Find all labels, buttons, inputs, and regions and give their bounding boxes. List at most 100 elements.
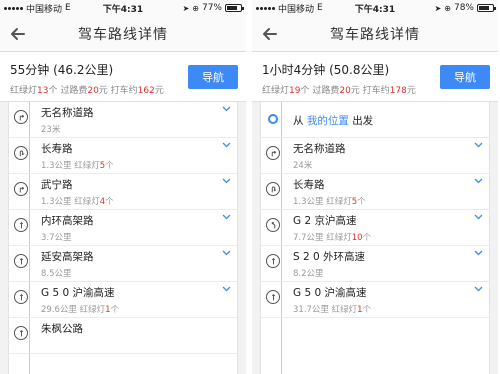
step-distance: 24米 xyxy=(293,161,313,171)
route-step[interactable]: 长寿路 1.3公里 红绿灯5个 xyxy=(9,138,237,174)
detail-fragment: 个 过路费 xyxy=(300,86,340,96)
turn-right-icon xyxy=(266,146,280,160)
chevron-down-icon[interactable] xyxy=(222,214,231,220)
route-summary: 55分钟 (46.2公里) 红绿灯13个 过路费20元 打车约162元 导航 xyxy=(0,52,246,102)
chevron-down-icon[interactable] xyxy=(222,142,231,148)
step-meta: 3.7公里 xyxy=(41,231,72,243)
step-distance: 7.7公里 xyxy=(293,233,324,243)
step-lights-count: 10 xyxy=(351,233,363,243)
chevron-down-icon[interactable] xyxy=(474,142,483,148)
back-arrow-icon[interactable] xyxy=(8,24,28,44)
route-step[interactable]: 延安高架路 8.5公里 xyxy=(9,246,237,282)
route-step[interactable]: 无名称道路 24米 xyxy=(261,138,489,174)
chevron-down-icon[interactable] xyxy=(222,106,231,112)
detail-fragment: 19 xyxy=(289,86,301,96)
route-step[interactable]: G 5 0 沪渝高速 29.6公里 红绿灯1个 xyxy=(9,282,237,318)
steps-card: 无名称道路 23米 长寿路 1.3公里 红绿灯5个 武宁路 1.3公里 红绿灯4个 内环高架… xyxy=(8,102,238,374)
detail-fragment: 个 过路费 xyxy=(48,86,88,96)
detail-fragment: 178 xyxy=(389,86,407,96)
straight-icon xyxy=(14,290,28,304)
step-meta: 24米 xyxy=(293,159,312,171)
step-distance: 8.2公里 xyxy=(293,269,324,279)
step-road-name: 内环高架路 xyxy=(41,215,94,227)
detail-fragment: 20 xyxy=(339,86,351,96)
straight-icon xyxy=(14,218,28,232)
step-lights-prefix: 红绿灯 xyxy=(326,233,352,243)
battery-percent: 78% xyxy=(453,3,474,13)
network-label: E xyxy=(65,3,71,13)
step-road-name: 延安高架路 xyxy=(41,251,94,263)
start-from-label: 从 xyxy=(293,115,304,127)
start-action-label: 出发 xyxy=(352,115,374,127)
route-step[interactable]: 无名称道路 23米 xyxy=(9,102,237,138)
turn-right-icon xyxy=(14,110,28,124)
detail-fragment: 元 xyxy=(154,86,164,96)
route-panel-right: 中国移动 E 下午4:31 ➤ ⊕ 78% 驾车路线详情 1小时4分钟 (50.8公里) 红绿灯… xyxy=(252,0,498,374)
detail-fragment: 20 xyxy=(87,86,99,96)
rotation-lock-icon: ⊕ xyxy=(192,3,199,13)
route-step[interactable]: S 2 0 外环高速 8.2公里 xyxy=(261,246,489,282)
route-steps: 从 我的位置 出发 无名称道路 24米 长寿路 1.3公里 红绿灯5个 G 2 京沪高速 7… xyxy=(252,102,498,374)
detail-fragment: 红绿灯 xyxy=(262,86,290,96)
straight-icon xyxy=(266,290,280,304)
step-meta: 1.3公里 红绿灯5个 xyxy=(41,159,114,171)
step-road-name: 武宁路 xyxy=(41,179,73,191)
chevron-down-icon[interactable] xyxy=(474,214,483,220)
step-road-name: 无名称道路 xyxy=(293,143,346,155)
step-distance: 1.3公里 xyxy=(41,161,72,171)
status-bar: 中国移动 E 下午4:31 ➤ ⊕ 77% xyxy=(0,0,246,16)
straight-icon xyxy=(14,254,28,268)
step-meta: 8.2公里 xyxy=(293,267,324,279)
chevron-down-icon[interactable] xyxy=(474,286,483,292)
detail-fragment: 元 打车约 xyxy=(350,86,390,96)
step-lights-suffix: 个 xyxy=(362,305,372,315)
step-lights-prefix: 红绿灯 xyxy=(79,305,106,315)
straight-icon xyxy=(14,326,28,340)
turn-right-icon xyxy=(14,182,28,196)
start-text: 从 我的位置 出发 xyxy=(293,113,373,128)
chevron-down-icon[interactable] xyxy=(222,178,231,184)
battery-percent: 77% xyxy=(201,3,222,13)
route-step[interactable]: 内环高架路 3.7公里 xyxy=(9,210,237,246)
step-meta: 8.5公里 xyxy=(41,267,72,279)
status-bar: 中国移动 E 下午4:31 ➤ ⊕ 78% xyxy=(252,0,498,16)
chevron-down-icon[interactable] xyxy=(222,286,231,292)
back-arrow-icon[interactable] xyxy=(260,24,280,44)
location-icon: ➤ xyxy=(182,3,190,13)
route-step[interactable]: 长寿路 1.3公里 红绿灯5个 xyxy=(261,174,489,210)
step-lights-suffix: 个 xyxy=(110,305,120,315)
step-meta: 1.3公里 红绿灯4个 xyxy=(41,195,114,207)
start-place-link[interactable]: 我的位置 xyxy=(307,115,349,127)
step-lights-suffix: 个 xyxy=(105,197,114,207)
route-step[interactable]: G 2 京沪高速 7.7公里 红绿灯10个 xyxy=(261,210,489,246)
step-road-name: 朱枫公路 xyxy=(41,323,83,335)
battery-icon xyxy=(477,4,496,12)
chevron-down-icon[interactable] xyxy=(474,178,483,184)
carrier-label: 中国移动 xyxy=(26,4,63,15)
straight-icon xyxy=(266,254,280,268)
steps-card: 从 我的位置 出发 无名称道路 24米 长寿路 1.3公里 红绿灯5个 G 2 京沪高速 7… xyxy=(260,102,490,374)
detail-fragment: 元 xyxy=(406,86,416,96)
navigate-button[interactable]: 导航 xyxy=(440,65,490,89)
signal-icon xyxy=(4,6,23,10)
uturn-icon xyxy=(266,182,280,196)
rotation-lock-icon: ⊕ xyxy=(444,3,451,13)
chevron-down-icon[interactable] xyxy=(474,250,483,256)
step-distance: 29.6公里 xyxy=(41,305,77,315)
step-distance: 1.3公里 xyxy=(41,197,72,207)
step-road-name: 无名称道路 xyxy=(41,107,94,119)
uturn-icon xyxy=(14,146,28,160)
step-lights-prefix: 红绿灯 xyxy=(74,197,100,207)
step-road-name: 长寿路 xyxy=(293,179,325,191)
step-meta: 7.7公里 红绿灯10个 xyxy=(293,231,371,243)
battery-icon xyxy=(225,4,244,12)
route-step[interactable]: 朱枫公路 xyxy=(9,318,237,354)
step-lights-prefix: 红绿灯 xyxy=(326,197,352,207)
page-title: 驾车路线详情 xyxy=(330,26,420,43)
start-row[interactable]: 从 我的位置 出发 xyxy=(261,102,489,138)
route-step[interactable]: G 5 0 沪渝高速 31.7公里 红绿灯1个 xyxy=(261,282,489,318)
route-step[interactable]: 武宁路 1.3公里 红绿灯4个 xyxy=(9,174,237,210)
navigate-button[interactable]: 导航 xyxy=(188,65,238,89)
step-lights-suffix: 个 xyxy=(362,233,372,243)
chevron-down-icon[interactable] xyxy=(222,250,231,256)
